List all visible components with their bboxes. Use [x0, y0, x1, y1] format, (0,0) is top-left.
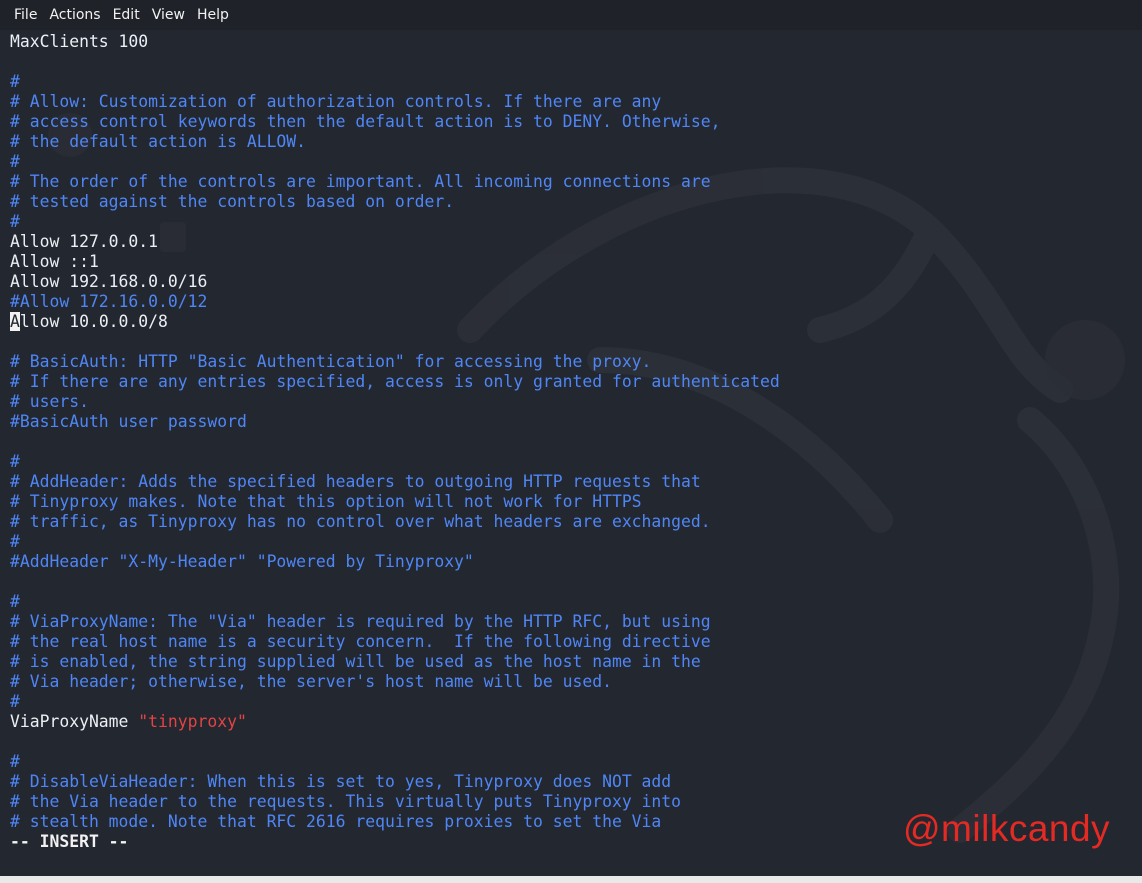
comment-text: # the Via header to the requests. This v…	[10, 792, 682, 811]
menu-edit[interactable]: Edit	[107, 0, 146, 30]
comment-text: # Allow: Customization of authorization …	[10, 92, 662, 111]
editor-line: #	[10, 692, 1130, 712]
editor-line: Allow 192.168.0.0/16	[10, 272, 1130, 292]
comment-text: #	[10, 592, 20, 611]
editor-line: # the default action is ALLOW.	[10, 132, 1130, 152]
menu-view[interactable]: View	[146, 0, 191, 30]
comment-text: # tested against the controls based on o…	[10, 192, 455, 211]
config-text: MaxClients 100	[10, 32, 149, 51]
window-bottom-edge	[0, 876, 1142, 883]
comment-text: # The order of the controls are importan…	[10, 172, 711, 191]
comment-text: #	[10, 752, 20, 771]
comment-text: # Tinyproxy makes. Note that this option…	[10, 492, 642, 511]
vim-mode-indicator: -- INSERT --	[10, 832, 129, 851]
editor-line: # Allow: Customization of authorization …	[10, 92, 1130, 112]
comment-text: # BasicAuth: HTTP "Basic Authentication"…	[10, 352, 652, 371]
menu-help[interactable]: Help	[191, 0, 235, 30]
editor-line: MaxClients 100	[10, 32, 1130, 52]
comment-text: #	[10, 152, 20, 171]
comment-text: #	[10, 212, 20, 231]
comment-text: # ViaProxyName: The "Via" header is requ…	[10, 612, 711, 631]
editor-line: # is enabled, the string supplied will b…	[10, 652, 1130, 672]
editor-line: #	[10, 152, 1130, 172]
menu-bar: File Actions Edit View Help	[0, 0, 1142, 30]
editor-line: #Allow 172.16.0.0/12	[10, 292, 1130, 312]
editor-line: #	[10, 452, 1130, 472]
config-text: Allow 192.168.0.0/16	[10, 272, 208, 291]
comment-text: # DisableViaHeader: When this is set to …	[10, 772, 672, 791]
editor-line: # BasicAuth: HTTP "Basic Authentication"…	[10, 352, 1130, 372]
comment-text: #Allow 172.16.0.0/12	[10, 292, 208, 311]
comment-text: #AddHeader "X-My-Header" "Powered by Tin…	[10, 552, 474, 571]
editor-line: #	[10, 532, 1130, 552]
comment-text: #	[10, 532, 20, 551]
watermark: @milkcandy	[903, 808, 1111, 849]
editor-line: # access control keywords then the defau…	[10, 112, 1130, 132]
editor-line: # DisableViaHeader: When this is set to …	[10, 772, 1130, 792]
comment-text: # stealth mode. Note that RFC 2616 requi…	[10, 812, 662, 831]
config-string: "tinyproxy"	[138, 712, 247, 731]
comment-text: # access control keywords then the defau…	[10, 112, 721, 131]
config-text: Allow 127.0.0.1	[10, 232, 159, 251]
editor-line: # tested against the controls based on o…	[10, 192, 1130, 212]
editor-line: ViaProxyName "tinyproxy"	[10, 712, 1130, 732]
comment-text: # the real host name is a security conce…	[10, 632, 711, 651]
text-cursor: A	[10, 312, 20, 331]
editor-line: # the real host name is a security conce…	[10, 632, 1130, 652]
editor-line: # Tinyproxy makes. Note that this option…	[10, 492, 1130, 512]
editor-line: #	[10, 752, 1130, 772]
editor-line: Allow ::1	[10, 252, 1130, 272]
comment-text: # traffic, as Tinyproxy has no control o…	[10, 512, 711, 531]
comment-text: # the default action is ALLOW.	[10, 132, 307, 151]
editor-line: #	[10, 212, 1130, 232]
editor-line: # AddHeader: Adds the specified headers …	[10, 472, 1130, 492]
comment-text: # Via header; otherwise, the server's ho…	[10, 672, 612, 691]
config-text: llow 10.0.0.0/8	[19, 312, 168, 331]
editor-line: #AddHeader "X-My-Header" "Powered by Tin…	[10, 552, 1130, 572]
comment-text: #BasicAuth user password	[10, 412, 247, 431]
comment-text: # is enabled, the string supplied will b…	[10, 652, 701, 671]
editor-line: # users.	[10, 392, 1130, 412]
config-key: ViaProxyName	[10, 712, 139, 731]
editor-line: # ViaProxyName: The "Via" header is requ…	[10, 612, 1130, 632]
editor-line: # If there are any entries specified, ac…	[10, 372, 1130, 392]
comment-text: # AddHeader: Adds the specified headers …	[10, 472, 701, 491]
menu-actions[interactable]: Actions	[43, 0, 106, 30]
editor-line: #BasicAuth user password	[10, 412, 1130, 432]
editor-line: #	[10, 72, 1130, 92]
config-text: Allow ::1	[10, 252, 99, 271]
editor-line: # Via header; otherwise, the server's ho…	[10, 672, 1130, 692]
comment-text: #	[10, 692, 20, 711]
editor-line: # The order of the controls are importan…	[10, 172, 1130, 192]
menu-file[interactable]: File	[8, 0, 43, 30]
editor-line: Allow 10.0.0.0/8	[10, 312, 1130, 332]
editor-line: Allow 127.0.0.1	[10, 232, 1130, 252]
vim-editor[interactable]: MaxClients 100 # # Allow: Customization of…	[10, 32, 1130, 852]
comment-text: # If there are any entries specified, ac…	[10, 372, 780, 391]
comment-text: #	[10, 452, 20, 471]
comment-text: #	[10, 72, 20, 91]
terminal-window: File Actions Edit View Help MaxClients 1…	[0, 0, 1142, 883]
editor-line: #	[10, 592, 1130, 612]
comment-text: # users.	[10, 392, 89, 411]
editor-line: # traffic, as Tinyproxy has no control o…	[10, 512, 1130, 532]
